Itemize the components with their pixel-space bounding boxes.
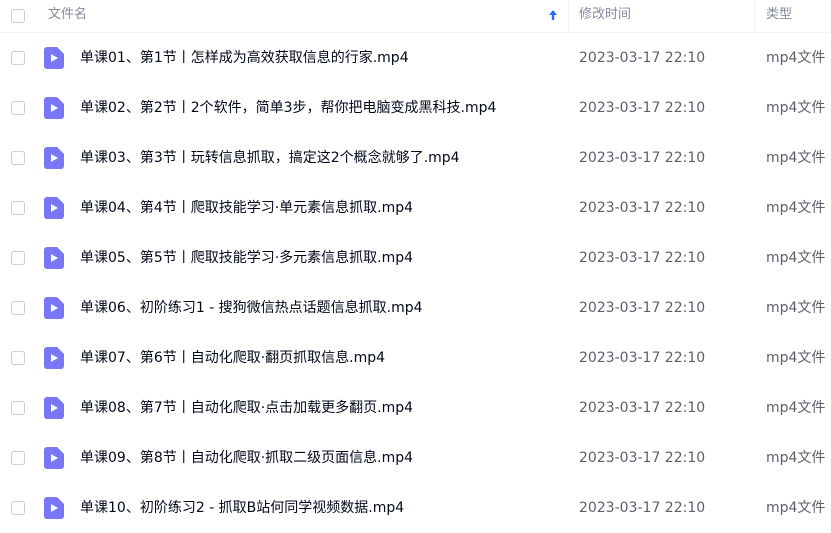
video-file-icon (44, 97, 64, 119)
row-checkbox[interactable] (11, 501, 25, 515)
select-all-checkbox[interactable] (11, 9, 25, 23)
file-name[interactable]: 单课06、初阶练习1 - 搜狗微信热点话题信息抓取.mp4 (80, 283, 423, 333)
file-row[interactable]: 单课03、第3节丨玩转信息抓取，搞定这2个概念就够了.mp4 2023-03-17… (0, 133, 831, 183)
video-file-icon (44, 297, 64, 319)
file-name[interactable]: 单课09、第8节丨自动化爬取·抓取二级页面信息.mp4 (80, 433, 413, 483)
video-file-icon (44, 147, 64, 169)
file-type: mp4文件 (766, 450, 826, 466)
file-name[interactable]: 单课03、第3节丨玩转信息抓取，搞定这2个概念就够了.mp4 (80, 133, 460, 183)
video-file-icon (44, 497, 64, 519)
arrow-up-icon[interactable] (547, 8, 559, 22)
file-modified-time: 2023-03-17 22:10 (579, 300, 706, 316)
file-row[interactable]: 单课08、第7节丨自动化爬取·点击加载更多翻页.mp4 2023-03-17 22… (0, 383, 831, 433)
video-file-icon (44, 447, 64, 469)
row-checkbox[interactable] (11, 201, 25, 215)
file-row[interactable]: 单课04、第4节丨爬取技能学习·单元素信息抓取.mp4 2023-03-17 22… (0, 183, 831, 233)
file-row[interactable]: 单课09、第8节丨自动化爬取·抓取二级页面信息.mp4 2023-03-17 22… (0, 433, 831, 483)
file-row[interactable]: 单课01、第1节丨怎样成为高效获取信息的行家.mp4 2023-03-17 22:… (0, 33, 831, 83)
file-list: 文件名 修改时间 类型 单课01、第1节丨怎样成为高效获取信息的行家.mp4 20… (0, 0, 831, 533)
file-type: mp4文件 (766, 400, 826, 416)
file-name[interactable]: 单课01、第1节丨怎样成为高效获取信息的行家.mp4 (80, 33, 409, 83)
file-type: mp4文件 (766, 500, 826, 516)
file-modified-time: 2023-03-17 22:10 (579, 400, 706, 416)
row-checkbox[interactable] (11, 351, 25, 365)
video-file-icon (44, 347, 64, 369)
file-name[interactable]: 单课02、第2节丨2个软件，简单3步，帮你把电脑变成黑科技.mp4 (80, 83, 496, 133)
video-file-icon (44, 197, 64, 219)
file-row[interactable]: 单课02、第2节丨2个软件，简单3步，帮你把电脑变成黑科技.mp4 2023-03… (0, 83, 831, 133)
file-type: mp4文件 (766, 100, 826, 116)
file-modified-time: 2023-03-17 22:10 (579, 250, 706, 266)
file-type: mp4文件 (766, 300, 826, 316)
row-checkbox[interactable] (11, 451, 25, 465)
file-name[interactable]: 单课04、第4节丨爬取技能学习·单元素信息抓取.mp4 (80, 183, 413, 233)
video-file-icon (44, 47, 64, 69)
video-file-icon (44, 247, 64, 269)
file-name[interactable]: 单课05、第5节丨爬取技能学习·多元素信息抓取.mp4 (80, 233, 413, 283)
file-row[interactable]: 单课07、第6节丨自动化爬取·翻页抓取信息.mp4 2023-03-17 22:1… (0, 333, 831, 383)
file-modified-time: 2023-03-17 22:10 (579, 500, 706, 516)
file-name[interactable]: 单课08、第7节丨自动化爬取·点击加载更多翻页.mp4 (80, 383, 413, 433)
file-type: mp4文件 (766, 250, 826, 266)
row-checkbox[interactable] (11, 401, 25, 415)
file-type: mp4文件 (766, 150, 826, 166)
file-modified-time: 2023-03-17 22:10 (579, 100, 706, 116)
column-header-type[interactable]: 类型 (754, 0, 831, 32)
file-modified-time: 2023-03-17 22:10 (579, 50, 706, 66)
row-checkbox[interactable] (11, 51, 25, 65)
file-row[interactable]: 单课05、第5节丨爬取技能学习·多元素信息抓取.mp4 2023-03-17 22… (0, 233, 831, 283)
row-checkbox[interactable] (11, 151, 25, 165)
list-header: 文件名 修改时间 类型 (0, 0, 831, 33)
file-type: mp4文件 (766, 200, 826, 216)
file-type: mp4文件 (766, 50, 826, 66)
file-type: mp4文件 (766, 350, 826, 366)
row-checkbox[interactable] (11, 301, 25, 315)
file-modified-time: 2023-03-17 22:10 (579, 450, 706, 466)
file-modified-time: 2023-03-17 22:10 (579, 200, 706, 216)
file-modified-time: 2023-03-17 22:10 (579, 150, 706, 166)
file-name[interactable]: 单课07、第6节丨自动化爬取·翻页抓取信息.mp4 (80, 333, 385, 383)
column-header-modified[interactable]: 修改时间 (568, 0, 754, 32)
row-checkbox[interactable] (11, 101, 25, 115)
file-row[interactable]: 单课06、初阶练习1 - 搜狗微信热点话题信息抓取.mp4 2023-03-17 … (0, 283, 831, 333)
row-checkbox[interactable] (11, 251, 25, 265)
file-modified-time: 2023-03-17 22:10 (579, 350, 706, 366)
column-header-name[interactable]: 文件名 (48, 0, 568, 32)
video-file-icon (44, 397, 64, 419)
file-name[interactable]: 单课10、初阶练习2 - 抓取B站何同学视频数据.mp4 (80, 483, 404, 533)
file-row[interactable]: 单课10、初阶练习2 - 抓取B站何同学视频数据.mp4 2023-03-17 2… (0, 483, 831, 533)
